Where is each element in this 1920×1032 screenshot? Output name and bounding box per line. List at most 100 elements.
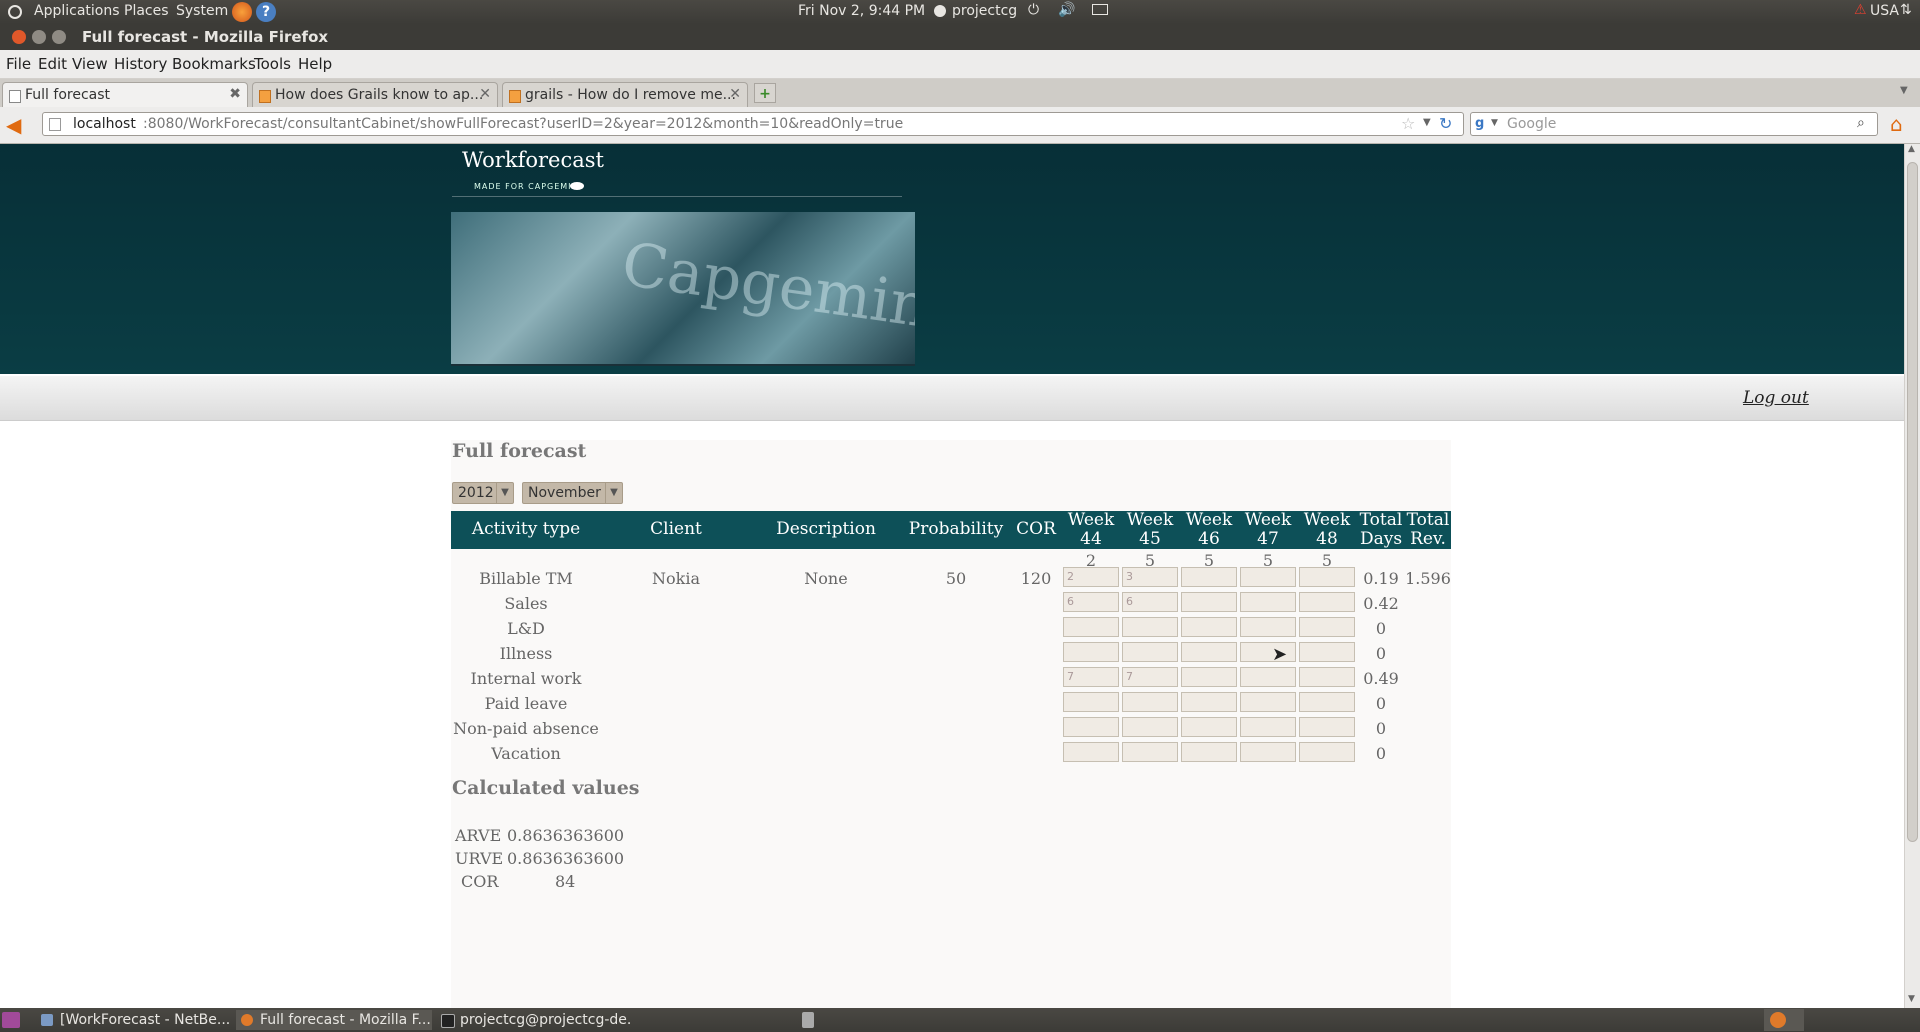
week-hours-input[interactable] xyxy=(1063,617,1119,637)
week-hours-input[interactable] xyxy=(1240,617,1296,637)
scrollbar-thumb[interactable] xyxy=(1907,162,1918,842)
user-status-icon xyxy=(934,5,946,17)
maximize-window-icon[interactable] xyxy=(52,30,66,44)
url-bar[interactable]: localhost :8080/WorkForecast/consultantC… xyxy=(42,112,1464,136)
minimize-window-icon[interactable] xyxy=(32,30,46,44)
week-hours-input[interactable] xyxy=(1181,642,1237,662)
show-desktop-icon[interactable] xyxy=(2,1012,20,1028)
menu-help[interactable]: Help xyxy=(298,55,332,73)
history-dropdown-icon[interactable]: ▼ xyxy=(1423,117,1431,128)
mail-icon[interactable] xyxy=(1092,4,1108,15)
close-tab-icon[interactable]: ✕ xyxy=(479,86,491,102)
network-warning-icon[interactable]: ⚠ xyxy=(1854,2,1867,18)
week-hours-input[interactable] xyxy=(1240,642,1296,662)
week-hours-input[interactable]: 7 xyxy=(1122,667,1178,687)
cor-value: 84 xyxy=(555,872,576,891)
content-panel: Full forecast 2012 ▼ November ▼ Activity… xyxy=(451,440,1451,1008)
week-hours-input[interactable] xyxy=(1181,667,1237,687)
trash-icon[interactable] xyxy=(802,1012,814,1028)
tab-grails-remove[interactable]: grails - How do I remove me... ✕ xyxy=(502,82,748,107)
search-icon[interactable]: ⌕ xyxy=(1857,115,1865,131)
keyboard-layout[interactable]: USA xyxy=(1870,3,1899,19)
week-hours-input[interactable] xyxy=(1299,742,1355,762)
volume-icon[interactable]: 🔊 xyxy=(1058,2,1075,18)
week-hours-input[interactable] xyxy=(1299,717,1355,737)
week-hours-input[interactable] xyxy=(1122,617,1178,637)
week-hours-input[interactable] xyxy=(1181,742,1237,762)
week-hours-input[interactable] xyxy=(1122,642,1178,662)
week-hours-input[interactable] xyxy=(1181,592,1237,612)
taskbar-netbeans[interactable]: [WorkForecast - NetBe... xyxy=(36,1010,232,1030)
google-icon[interactable]: g xyxy=(1475,116,1489,131)
week-hours-input[interactable] xyxy=(1240,692,1296,712)
new-tab-icon[interactable]: + xyxy=(754,83,776,103)
week-hours-input[interactable] xyxy=(1299,617,1355,637)
help-icon[interactable]: ? xyxy=(256,2,276,22)
week-hours-input[interactable] xyxy=(1240,742,1296,762)
week-hours-input[interactable] xyxy=(1240,567,1296,587)
week-hours-input[interactable] xyxy=(1240,717,1296,737)
close-window-icon[interactable] xyxy=(12,30,26,44)
week-hours-input[interactable] xyxy=(1181,617,1237,637)
week-hours-input[interactable]: 6 xyxy=(1063,592,1119,612)
gnome-foot-icon[interactable] xyxy=(8,5,22,19)
week-hours-input[interactable] xyxy=(1181,567,1237,587)
week-hours-input[interactable] xyxy=(1299,642,1355,662)
total-days-cell: 0.42 xyxy=(1363,594,1399,613)
week-hours-input[interactable] xyxy=(1240,667,1296,687)
week-hours-input[interactable] xyxy=(1063,642,1119,662)
menu-view[interactable]: View xyxy=(72,55,108,73)
search-engine-dropdown-icon[interactable]: ▼ xyxy=(1491,118,1498,128)
logout-link[interactable]: Log out xyxy=(1743,388,1809,408)
week-hours-input[interactable] xyxy=(1299,592,1355,612)
week-hours-input[interactable] xyxy=(1299,692,1355,712)
taskbar-firefox[interactable]: Full forecast - Mozilla F... xyxy=(236,1010,432,1030)
week-hours-input[interactable] xyxy=(1122,717,1178,737)
network-arrows-icon[interactable]: ⇅ xyxy=(1900,2,1912,18)
week-hours-input[interactable] xyxy=(1063,692,1119,712)
week-hours-input[interactable]: 7 xyxy=(1063,667,1119,687)
scroll-up-icon[interactable]: ▲ xyxy=(1908,144,1915,154)
week-hours-input[interactable] xyxy=(1063,742,1119,762)
tab-label: grails - How do I remove me... xyxy=(525,87,736,103)
site-logo[interactable]: Workforecast xyxy=(462,148,604,172)
firefox-launcher-icon[interactable] xyxy=(232,2,252,22)
week-hours-input[interactable] xyxy=(1181,717,1237,737)
search-bar[interactable]: g ▼ Google ⌕ xyxy=(1470,112,1878,136)
menu-bookmarks[interactable]: Bookmarks xyxy=(172,55,256,73)
week-hours-input[interactable]: 2 xyxy=(1063,567,1119,587)
tab-grails-question[interactable]: How does Grails know to ap... ✕ xyxy=(252,82,498,107)
bookmark-star-icon[interactable]: ☆ xyxy=(1401,114,1415,133)
tab-list-icon[interactable]: ▼ xyxy=(1900,85,1908,96)
scroll-down-icon[interactable]: ▼ xyxy=(1908,994,1915,1004)
week-hours-input[interactable] xyxy=(1240,592,1296,612)
back-icon[interactable]: ◀ xyxy=(6,113,21,137)
menu-file[interactable]: File xyxy=(6,55,31,73)
week-hours-input[interactable]: 3 xyxy=(1122,567,1178,587)
taskbar-terminal[interactable]: projectcg@projectcg-de... xyxy=(436,1010,632,1030)
week-hours-input[interactable] xyxy=(1299,667,1355,687)
places-menu[interactable]: Places xyxy=(124,3,169,19)
close-tab-icon[interactable]: ✖ xyxy=(229,86,241,102)
user-name[interactable]: projectcg xyxy=(952,3,1017,19)
applications-menu[interactable]: Applications xyxy=(34,3,120,19)
week-hours-input[interactable] xyxy=(1063,717,1119,737)
power-icon[interactable]: ⏻ xyxy=(1028,2,1039,18)
week-hours-input[interactable] xyxy=(1122,742,1178,762)
week-hours-input[interactable] xyxy=(1122,692,1178,712)
system-menu[interactable]: System xyxy=(176,3,228,19)
week-hours-input[interactable] xyxy=(1299,567,1355,587)
reload-icon[interactable]: ↻ xyxy=(1439,114,1452,133)
week-hours-input[interactable] xyxy=(1181,692,1237,712)
menu-history[interactable]: History xyxy=(114,55,167,73)
banner-watermark: Capgemini xyxy=(617,229,915,345)
close-tab-icon[interactable]: ✕ xyxy=(729,86,741,102)
home-icon[interactable]: ⌂ xyxy=(1890,112,1903,136)
vertical-scrollbar[interactable]: ▲ ▼ xyxy=(1904,144,1920,1008)
site-identity-icon[interactable] xyxy=(49,118,61,131)
menu-edit[interactable]: Edit xyxy=(38,55,67,73)
clock[interactable]: Fri Nov 2, 9:44 PM xyxy=(798,3,925,19)
menu-tools[interactable]: Tools xyxy=(254,55,291,73)
tab-full-forecast[interactable]: Full forecast ✖ xyxy=(2,82,248,108)
week-hours-input[interactable]: 6 xyxy=(1122,592,1178,612)
